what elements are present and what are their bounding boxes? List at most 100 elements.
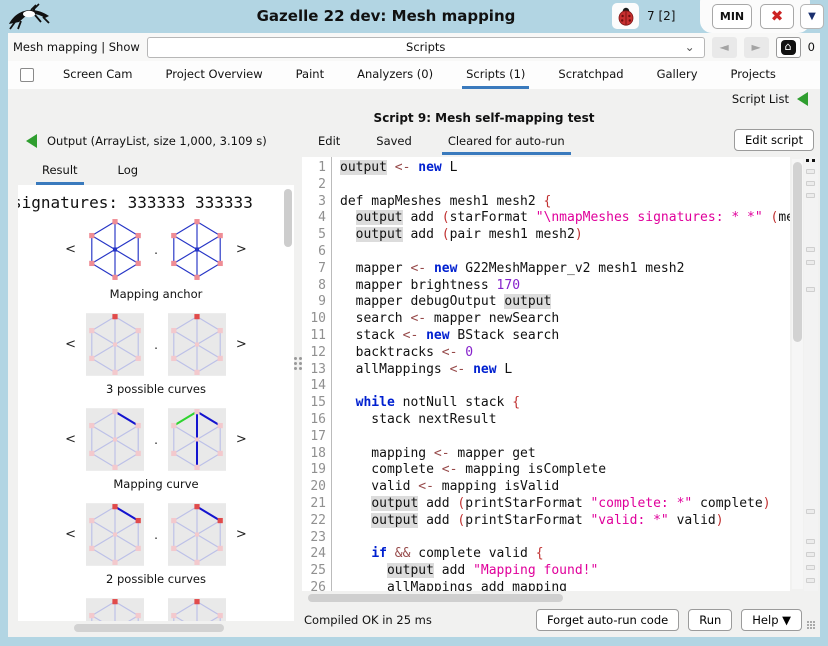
- line-number-gutter: 1234567891011121314151617181920212223242…: [302, 157, 332, 591]
- code-line: output <- new L: [340, 160, 790, 177]
- nav-back-button[interactable]: ◄: [712, 37, 737, 58]
- tab-screen-cam[interactable]: Screen Cam: [59, 61, 136, 89]
- scrollbar-thumb[interactable]: [74, 624, 224, 632]
- pair-separator: .: [154, 433, 158, 447]
- tab-analyzers-0[interactable]: Analyzers (0): [353, 61, 437, 89]
- mesh-pairs-list: <.>Mapping anchor<.>3 possible curves<.>…: [18, 218, 294, 621]
- code-line: mapper <- new G22MeshMapper_v2 mesh1 mes…: [340, 261, 790, 278]
- output-panel: Output (ArrayList, size 1,000, 3.109 s) …: [18, 129, 294, 633]
- line-number: 9: [302, 294, 326, 311]
- next-mesh-button[interactable]: >: [236, 527, 247, 542]
- code-editor[interactable]: 1234567891011121314151617181920212223242…: [302, 157, 790, 591]
- mesh-pair-row: <. >: [18, 218, 294, 281]
- output-tab-result[interactable]: Result: [36, 157, 84, 185]
- code-line: mapper brightness 170: [340, 278, 790, 295]
- line-number: 12: [302, 345, 326, 362]
- code-line: [340, 244, 790, 261]
- editor-tab-saved[interactable]: Saved: [370, 129, 418, 155]
- mesh-pair-row: <.>: [18, 313, 294, 376]
- annotation-dot: [812, 159, 815, 162]
- code-vertical-scrollbar[interactable]: [792, 159, 803, 589]
- output-content: signatures: 333333 333333 <. > Mapping anc…: [18, 185, 294, 621]
- tab-scratchpad[interactable]: Scratchpad: [554, 61, 627, 89]
- close-button[interactable]: ✖: [760, 4, 794, 29]
- line-number: 16: [302, 412, 326, 429]
- line-number: 24: [302, 546, 326, 563]
- arrow-right-icon: ►: [752, 40, 761, 54]
- annotation-tick: [806, 509, 815, 514]
- scripts-dropdown-value: Scripts: [406, 40, 445, 54]
- prev-mesh-button[interactable]: <: [65, 337, 76, 352]
- tab-paint[interactable]: Paint: [292, 61, 328, 89]
- line-number: 15: [302, 395, 326, 412]
- mesh-pair-row: <. >: [18, 408, 294, 471]
- debug-button[interactable]: [612, 3, 639, 29]
- signatures-text: signatures: 333333 333333: [18, 193, 294, 212]
- edit-script-button[interactable]: Edit script: [734, 129, 814, 151]
- annotation-tick: [806, 169, 815, 174]
- editor-tab-cleared-for-auto-run[interactable]: Cleared for auto-run: [442, 129, 571, 155]
- code-line: while notNull stack {: [340, 395, 790, 412]
- mesh-pair-row: <.>: [18, 598, 294, 621]
- line-number: 13: [302, 362, 326, 379]
- code-line: mapper debugOutput output: [340, 294, 790, 311]
- code-lines[interactable]: output <- new L def mapMeshes mesh1 mesh2…: [332, 157, 790, 591]
- editor-tab-edit[interactable]: Edit: [312, 129, 346, 155]
- window-menu-button[interactable]: ▼: [800, 4, 824, 29]
- line-number: 7: [302, 261, 326, 278]
- output-tab-log[interactable]: Log: [112, 157, 145, 185]
- line-number: 25: [302, 563, 326, 580]
- collapse-output-icon[interactable]: [26, 134, 37, 148]
- code-horizontal-scrollbar[interactable]: [302, 593, 790, 603]
- annotation-tick: [806, 181, 815, 186]
- code-line: allMappings <- new L: [340, 362, 790, 379]
- next-mesh-button[interactable]: >: [236, 242, 247, 257]
- code-line: def mapMeshes mesh1 mesh2 {: [340, 194, 790, 211]
- scrollbar-thumb[interactable]: [793, 162, 802, 342]
- main-area: Script 9: Mesh self-mapping test Output …: [8, 109, 820, 637]
- forget-auto-run-code-button[interactable]: Forget auto-run code: [536, 609, 679, 631]
- resize-grip[interactable]: [807, 621, 818, 632]
- mesh-graph: [86, 503, 144, 566]
- code-line: [340, 530, 790, 547]
- tab-projects[interactable]: Projects: [727, 61, 780, 89]
- output-horizontal-scrollbar[interactable]: [18, 623, 294, 633]
- tab-project-overview[interactable]: Project Overview: [161, 61, 266, 89]
- panel-splitter-handle[interactable]: [294, 357, 302, 373]
- line-number: 11: [302, 328, 326, 345]
- scripts-dropdown[interactable]: Scripts ⌄: [147, 37, 705, 58]
- code-line: stack <- new BStack search: [340, 328, 790, 345]
- annotation-tick: [806, 247, 815, 252]
- help-button[interactable]: Help ▼: [741, 609, 802, 631]
- home-button[interactable]: ⌂: [776, 37, 801, 58]
- script-list-label: Script List: [732, 92, 789, 106]
- scrollbar-thumb[interactable]: [308, 594, 563, 602]
- prev-mesh-button[interactable]: <: [65, 432, 76, 447]
- mesh-caption: Mapping anchor: [18, 287, 294, 301]
- output-vertical-scrollbar[interactable]: [284, 189, 292, 247]
- nav-forward-button[interactable]: ►: [744, 37, 769, 58]
- run-button[interactable]: Run: [688, 609, 732, 631]
- code-line: if && complete valid {: [340, 546, 790, 563]
- output-tabs: Result Log: [18, 157, 294, 185]
- prev-mesh-button[interactable]: <: [65, 242, 76, 257]
- pair-separator: .: [154, 243, 158, 257]
- next-mesh-button[interactable]: >: [236, 432, 247, 447]
- context-label: Mesh mapping | Show: [13, 40, 140, 54]
- chevron-down-icon: ⌄: [685, 38, 695, 57]
- tab-scripts-1[interactable]: Scripts (1): [462, 61, 529, 89]
- collapse-left-icon[interactable]: [797, 92, 808, 106]
- screen-cam-checkbox[interactable]: [20, 68, 34, 82]
- tab-gallery[interactable]: Gallery: [653, 61, 702, 89]
- mesh-graph: [168, 218, 226, 281]
- code-line: output add (printStarFormat "complete: *…: [340, 496, 790, 513]
- line-number: 4: [302, 210, 326, 227]
- minimize-button[interactable]: MIN: [712, 4, 752, 29]
- next-mesh-button[interactable]: >: [236, 337, 247, 352]
- mesh-caption: 3 possible curves: [18, 382, 294, 396]
- mesh-graph: [168, 598, 226, 621]
- prev-mesh-button[interactable]: <: [65, 527, 76, 542]
- mesh-graph: [168, 408, 226, 471]
- annotation-tick: [806, 260, 815, 265]
- line-number: 5: [302, 227, 326, 244]
